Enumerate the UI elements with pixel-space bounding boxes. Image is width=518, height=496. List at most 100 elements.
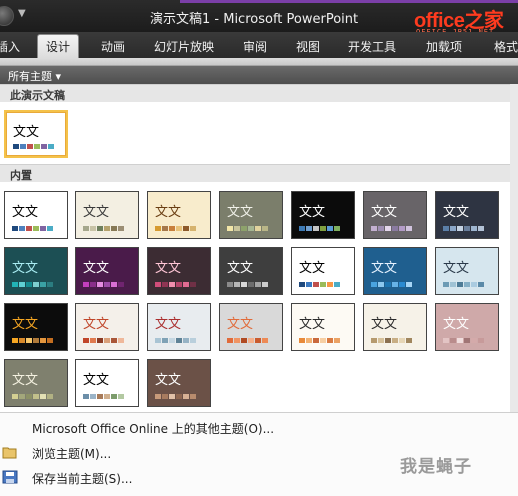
color-swatch <box>104 394 110 399</box>
color-swatch <box>33 338 39 343</box>
color-swatch <box>334 282 340 287</box>
color-swatch <box>19 338 25 343</box>
theme-thumbnail[interactable]: 文文 <box>147 303 211 351</box>
color-swatch <box>27 144 33 149</box>
theme-color-swatches <box>371 338 412 343</box>
theme-thumbnail[interactable]: 文文 <box>75 247 139 295</box>
color-swatch <box>392 282 398 287</box>
theme-thumbnail[interactable]: 文文 <box>4 359 68 407</box>
theme-thumbnail[interactable]: 文文 <box>363 247 427 295</box>
color-swatch <box>443 338 449 343</box>
theme-thumbnail[interactable]: 文文 <box>147 247 211 295</box>
color-swatch <box>19 282 25 287</box>
color-swatch <box>111 226 117 231</box>
color-swatch <box>327 338 333 343</box>
theme-thumbnail[interactable]: 文文 <box>75 359 139 407</box>
color-swatch <box>111 282 117 287</box>
tab-animation[interactable]: 动画 <box>101 38 125 55</box>
theme-thumbnail[interactable]: 文文 <box>219 303 283 351</box>
color-swatch <box>26 226 32 231</box>
tab-slideshow[interactable]: 幻灯片放映 <box>154 38 214 55</box>
theme-thumbnail[interactable]: 文文 <box>291 247 355 295</box>
color-swatch <box>48 144 54 149</box>
color-swatch <box>40 282 46 287</box>
color-swatch <box>450 226 456 231</box>
theme-thumbnail[interactable]: 文文 <box>363 191 427 239</box>
color-swatch <box>12 282 18 287</box>
theme-sample-text: 文文 <box>13 125 40 140</box>
color-swatch <box>255 338 261 343</box>
theme-sample-text: 文文 <box>12 317 39 332</box>
theme-color-swatches <box>155 282 196 287</box>
theme-thumbnail[interactable]: 文文 <box>219 191 283 239</box>
color-swatch <box>378 338 384 343</box>
theme-thumbnail[interactable]: 文文 <box>147 191 211 239</box>
color-swatch <box>162 338 168 343</box>
theme-color-swatches <box>299 282 340 287</box>
current-theme-thumbnail[interactable]: 文文 <box>4 110 68 158</box>
color-swatch <box>40 226 46 231</box>
color-swatch <box>155 226 161 231</box>
theme-thumbnail[interactable]: 文文 <box>75 303 139 351</box>
gallery-filter[interactable]: 所有主题 ▾ <box>0 66 518 84</box>
quick-access-dropdown-icon[interactable]: ▼ <box>18 8 26 19</box>
color-swatch <box>33 226 39 231</box>
theme-thumbnail[interactable]: 文文 <box>291 303 355 351</box>
color-swatch <box>443 282 449 287</box>
color-swatch <box>40 338 46 343</box>
theme-sample-text: 文文 <box>443 317 470 332</box>
color-swatch <box>313 338 319 343</box>
tab-view[interactable]: 视图 <box>296 38 320 55</box>
theme-thumbnail[interactable]: 文文 <box>219 247 283 295</box>
theme-gallery: 所有主题 ▾ 此演示文稿 内置 文文 文文 文文 文文 文文 文文 文文 文文 文文 文文 文文 文文… <box>0 66 518 412</box>
tab-format[interactable]: 格式 <box>494 38 518 55</box>
color-swatch <box>371 282 377 287</box>
color-swatch <box>313 226 319 231</box>
color-swatch <box>12 394 18 399</box>
theme-thumbnail[interactable]: 文文 <box>4 303 68 351</box>
color-swatch <box>255 226 261 231</box>
color-swatch <box>450 338 456 343</box>
color-swatch <box>327 282 333 287</box>
color-swatch <box>20 144 26 149</box>
color-swatch <box>392 226 398 231</box>
theme-thumbnail[interactable]: 文文 <box>435 303 499 351</box>
tab-review[interactable]: 审阅 <box>243 38 267 55</box>
theme-thumbnail[interactable]: 文文 <box>75 191 139 239</box>
theme-color-swatches <box>227 282 268 287</box>
office-button[interactable] <box>0 6 14 26</box>
menu-item-save-label: 保存当前主题(S)... <box>32 472 133 486</box>
color-swatch <box>104 226 110 231</box>
color-swatch <box>26 394 32 399</box>
color-swatch <box>90 282 96 287</box>
color-swatch <box>162 394 168 399</box>
color-swatch <box>47 394 53 399</box>
theme-sample-text: 文文 <box>155 373 182 388</box>
menu-item-online-themes[interactable]: Microsoft Office Online 上的其他主题(O)... <box>0 415 518 439</box>
gallery-scrollbar[interactable] <box>510 84 518 412</box>
theme-color-swatches <box>83 226 124 231</box>
color-swatch <box>457 338 463 343</box>
watermark-text: 我是蝇子 <box>400 457 472 477</box>
theme-sample-text: 文文 <box>227 205 254 220</box>
color-swatch <box>183 282 189 287</box>
theme-thumbnail[interactable]: 文文 <box>435 247 499 295</box>
tab-addins[interactable]: 加载项 <box>426 38 462 55</box>
color-swatch <box>40 394 46 399</box>
color-swatch <box>450 282 456 287</box>
color-swatch <box>299 338 305 343</box>
tab-developer[interactable]: 开发工具 <box>348 38 396 55</box>
theme-color-swatches <box>12 226 53 231</box>
color-swatch <box>26 338 32 343</box>
theme-thumbnail[interactable]: 文文 <box>435 191 499 239</box>
title-bar: ▼ 演示文稿1 - Microsoft PowerPoint office之家 … <box>0 0 518 36</box>
tab-design[interactable]: 设计 <box>37 34 80 58</box>
color-swatch <box>464 338 470 343</box>
theme-thumbnail[interactable]: 文文 <box>4 247 68 295</box>
tab-insert[interactable]: 插入 <box>0 38 20 55</box>
theme-thumbnail[interactable]: 文文 <box>4 191 68 239</box>
theme-color-swatches <box>13 144 54 149</box>
theme-thumbnail[interactable]: 文文 <box>147 359 211 407</box>
theme-thumbnail[interactable]: 文文 <box>291 191 355 239</box>
theme-thumbnail[interactable]: 文文 <box>363 303 427 351</box>
